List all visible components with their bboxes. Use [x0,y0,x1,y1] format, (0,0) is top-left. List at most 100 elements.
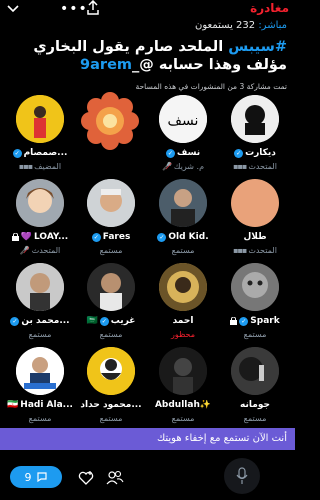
participant-name: أحمد [172,316,194,326]
participant-name: ✓ نسف [165,148,201,158]
participant-card[interactable]: Abdullah✨ مستمع [147,347,219,430]
avatar [159,263,207,311]
participant-role: مستمع [99,246,123,255]
participant-card[interactable]: جومانه مستمع [219,347,291,430]
participant-role: مستمع [99,414,123,423]
bottom-bar: 9 [0,452,295,500]
people-icon[interactable] [106,470,124,486]
participant-card[interactable]: 🇸🇦 ✓ غريب مستمع [75,263,147,346]
participant-name: ✓ ديكارت [234,148,276,158]
avatar [16,95,64,143]
muted-mic-icon: 🎤̸ [161,162,172,171]
participant-role: 🎤̸ م. شريك [161,162,205,171]
more-icon[interactable]: ••• [60,1,88,17]
verified-icon: ✓ [239,316,249,326]
participant-role: مستمع [99,330,123,339]
participant-name: جومانه [240,400,270,410]
avatar [231,95,279,143]
participant-name: 💜 LOAY... [4,232,76,242]
avatar: نسف [159,95,207,143]
avatar [231,347,279,395]
participant-card[interactable]: أحمد محظور [147,263,219,346]
participant-role: مستمع [28,330,52,339]
comment-icon [36,472,47,483]
title-hashtag[interactable]: #سيبس [228,39,287,55]
anonymous-banner: أنت الآن تستمع مع إخفاء هويتك [0,428,295,450]
participant-role: محظور [170,330,195,339]
participant-card[interactable]: نسف ✓ نسف 🎤̸ م. شريك [147,95,219,178]
participant-card[interactable]: ✓ صمصام... ▪▪▪ المضيف [4,95,76,178]
lock-icon [11,233,19,241]
participant-card[interactable]: ✓ Fares مستمع [75,179,147,262]
heart-plus-icon[interactable] [78,470,94,486]
replies-button[interactable]: 9 [10,466,62,488]
participant-card[interactable]: 🇮🇷 Hadi Ala... مستمع [4,347,76,430]
verified-icon: ✓ [12,148,22,158]
avatar [16,263,64,311]
participant-card[interactable]: ✓ Old Kid. مستمع [147,179,219,262]
speaking-icon: ▪▪▪ [233,162,247,171]
participant-name: 🇮🇷 Hadi Ala... [7,400,73,410]
avatar [231,263,279,311]
participant-name: ✓ Old Kid. [157,232,209,242]
flag-icon: 🇸🇦 [86,316,98,326]
avatar [16,179,64,227]
participant-card[interactable]: ✓ ديكارت ▪▪▪ المتحدث [219,95,291,178]
share-icon[interactable] [86,0,100,16]
participant-role: مستمع [171,414,195,423]
participant-card[interactable]: محمود حداد... مستمع [75,347,147,430]
verified-icon: ✓ [91,232,101,242]
verified-icon: ✓ [99,316,109,326]
speaking-icon: ▪▪▪ [233,246,247,255]
verified-icon: ✓ [165,148,175,158]
participant-name: محمود حداد... [80,400,142,410]
participant-name: طلال [243,232,267,242]
space-title: #سيبس الملحد صارم يقول البخاري مؤلف وهذا… [8,38,287,74]
participant-name: ✓ Fares [91,232,131,242]
reply-count: 9 [24,470,32,484]
avatar [159,179,207,227]
lock-icon [230,317,238,325]
title-handle[interactable]: 9arem [80,57,132,73]
svg-text:نسف: نسف [168,113,199,129]
participant-role: مستمع [28,414,52,423]
avatar [159,347,207,395]
live-status: مباشر: 232 يستمعون [195,20,287,31]
participant-card[interactable]: ✓ Spark مستمع [219,263,291,346]
participant-card[interactable] [75,92,147,178]
avatar [16,347,64,395]
participant-name: ✓ محمد بن... [10,316,70,326]
participant-role: مستمع [243,330,267,339]
participant-name: 🇸🇦 ✓ غريب [86,316,136,326]
flag-icon: 🇮🇷 [7,400,19,410]
participant-role: ▪▪▪ المتحدث [233,246,277,255]
avatar [87,263,135,311]
leave-button[interactable]: مغادرة [250,1,289,15]
participant-name: ✓ Spark [219,316,291,326]
verified-icon: ✓ [10,316,20,326]
participant-role: مستمع [243,414,267,423]
participant-name: Abdullah✨ [154,400,212,410]
participant-role: ▪▪▪ المتحدث [233,162,277,171]
participant-role: مستمع [171,246,195,255]
mic-icon [236,467,248,484]
participant-name: ✓ صمصام... [12,148,68,158]
avatar [87,347,135,395]
participant-card[interactable]: 💜 LOAY... 🎤̸ المتحدث [4,179,76,262]
muted-mic-icon: 🎤̸ [19,246,30,255]
participant-role: ▪▪▪ المضيف [18,162,62,171]
verified-icon: ✓ [234,148,244,158]
listener-count: 232 يستمعون [195,20,256,31]
speaking-icon: ▪▪▪ [18,162,33,171]
avatar [231,179,279,227]
mic-button[interactable] [224,458,260,494]
participant-card[interactable]: ✓ محمد بن... مستمع [4,263,76,346]
participant-card[interactable]: طلال ▪▪▪ المتحدث [219,179,291,262]
participant-role: 🎤̸ المتحدث [19,246,61,255]
chevron-down-icon[interactable] [6,1,20,15]
shared-posts-note[interactable]: تمت مشاركة 3 من المنشورات في هذه المساحة [136,82,288,91]
top-bar: مغادرة ••• [0,0,295,18]
live-label: مباشر: [258,20,287,31]
avatar [87,179,135,227]
avatar [80,91,140,151]
